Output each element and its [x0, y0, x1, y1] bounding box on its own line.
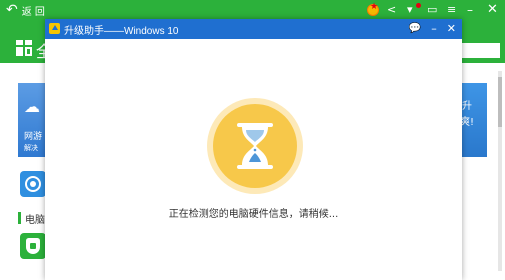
left-card-title: 网游: [24, 132, 43, 142]
left-promo-card[interactable]: ☁ 网游 解决: [18, 83, 48, 157]
section-label: 电脑: [25, 215, 45, 226]
back-arrow-icon: ↶: [6, 2, 18, 18]
hourglass-circle: [213, 104, 297, 188]
upgrade-logo-icon: [49, 23, 60, 34]
back-label: 返 回: [21, 6, 45, 18]
status-message: 正在检测您的电脑硬件信息，请稍候...: [168, 209, 339, 220]
close-icon[interactable]: ✕: [487, 3, 499, 16]
right-promo-card[interactable]: 升 爽!: [460, 83, 487, 157]
share-icon[interactable]: <: [387, 4, 399, 16]
close-icon[interactable]: ✕: [447, 22, 456, 36]
medal-icon[interactable]: [367, 2, 379, 16]
hourglass-icon: [237, 123, 273, 169]
lock-shield-icon: [26, 238, 40, 254]
scrollbar[interactable]: [498, 71, 502, 271]
message-icon[interactable]: ▭: [427, 4, 439, 16]
dialog-controls: 💬 – ✕: [409, 21, 456, 37]
apps-grid-icon[interactable]: [16, 40, 32, 56]
right-card-line2: 爽!: [460, 117, 475, 128]
weather-icon: ☁: [24, 97, 40, 116]
minimize-icon[interactable]: –: [431, 22, 437, 36]
scrollbar-thumb[interactable]: [498, 77, 502, 127]
hourglass-badge: [207, 98, 303, 194]
settings-tool-button[interactable]: [20, 171, 46, 197]
chat-bubble-icon[interactable]: 💬: [409, 22, 421, 36]
security-tool-button[interactable]: [20, 233, 46, 259]
back-button[interactable]: ↶ 返 回: [6, 2, 45, 18]
menu-icon[interactable]: ≡: [447, 4, 459, 16]
upgrade-assistant-dialog: 升级助手——Windows 10 💬 – ✕ 正在检测您的电脑硬件信息，请稍候.…: [45, 19, 462, 280]
dialog-title: 升级助手——Windows 10: [64, 26, 179, 37]
app-top-icons: < ▾ ▭ ≡ – ✕: [367, 2, 499, 18]
minimize-icon[interactable]: –: [467, 4, 479, 16]
section-marker: [18, 212, 21, 224]
app-topbar: ↶ 返 回 < ▾ ▭ ≡ – ✕: [0, 0, 505, 20]
dialog-titlebar[interactable]: 升级助手——Windows 10 💬 – ✕: [45, 19, 462, 39]
shirt-icon[interactable]: ▾: [407, 3, 421, 16]
right-card-line1: 升: [462, 101, 472, 112]
left-card-subtitle: 解决: [24, 144, 38, 152]
